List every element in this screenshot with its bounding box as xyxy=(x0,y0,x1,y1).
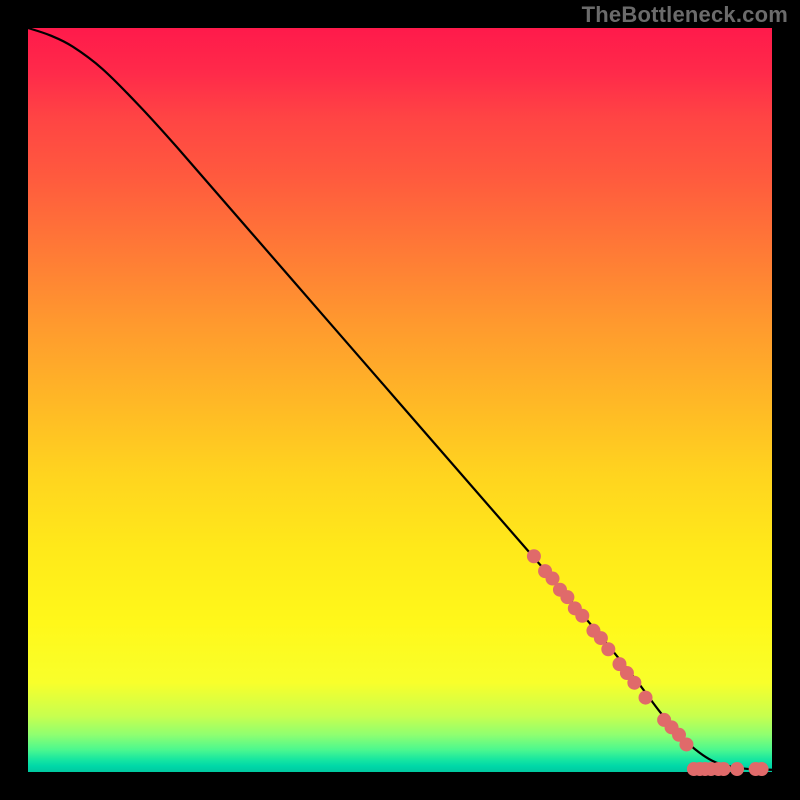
markers-group xyxy=(527,549,769,776)
marker-dot xyxy=(730,762,744,776)
marker-dot xyxy=(601,642,615,656)
marker-dot xyxy=(755,762,769,776)
marker-dot xyxy=(627,676,641,690)
marker-dot xyxy=(639,691,653,705)
chart-stage: TheBottleneck.com xyxy=(0,0,800,800)
marker-dot xyxy=(575,609,589,623)
marker-dot xyxy=(527,549,541,563)
series-curve xyxy=(28,28,772,770)
marker-dot xyxy=(717,762,731,776)
chart-svg xyxy=(28,28,772,772)
watermark-text: TheBottleneck.com xyxy=(582,2,788,28)
plot-area xyxy=(28,28,772,772)
marker-dot xyxy=(679,737,693,751)
